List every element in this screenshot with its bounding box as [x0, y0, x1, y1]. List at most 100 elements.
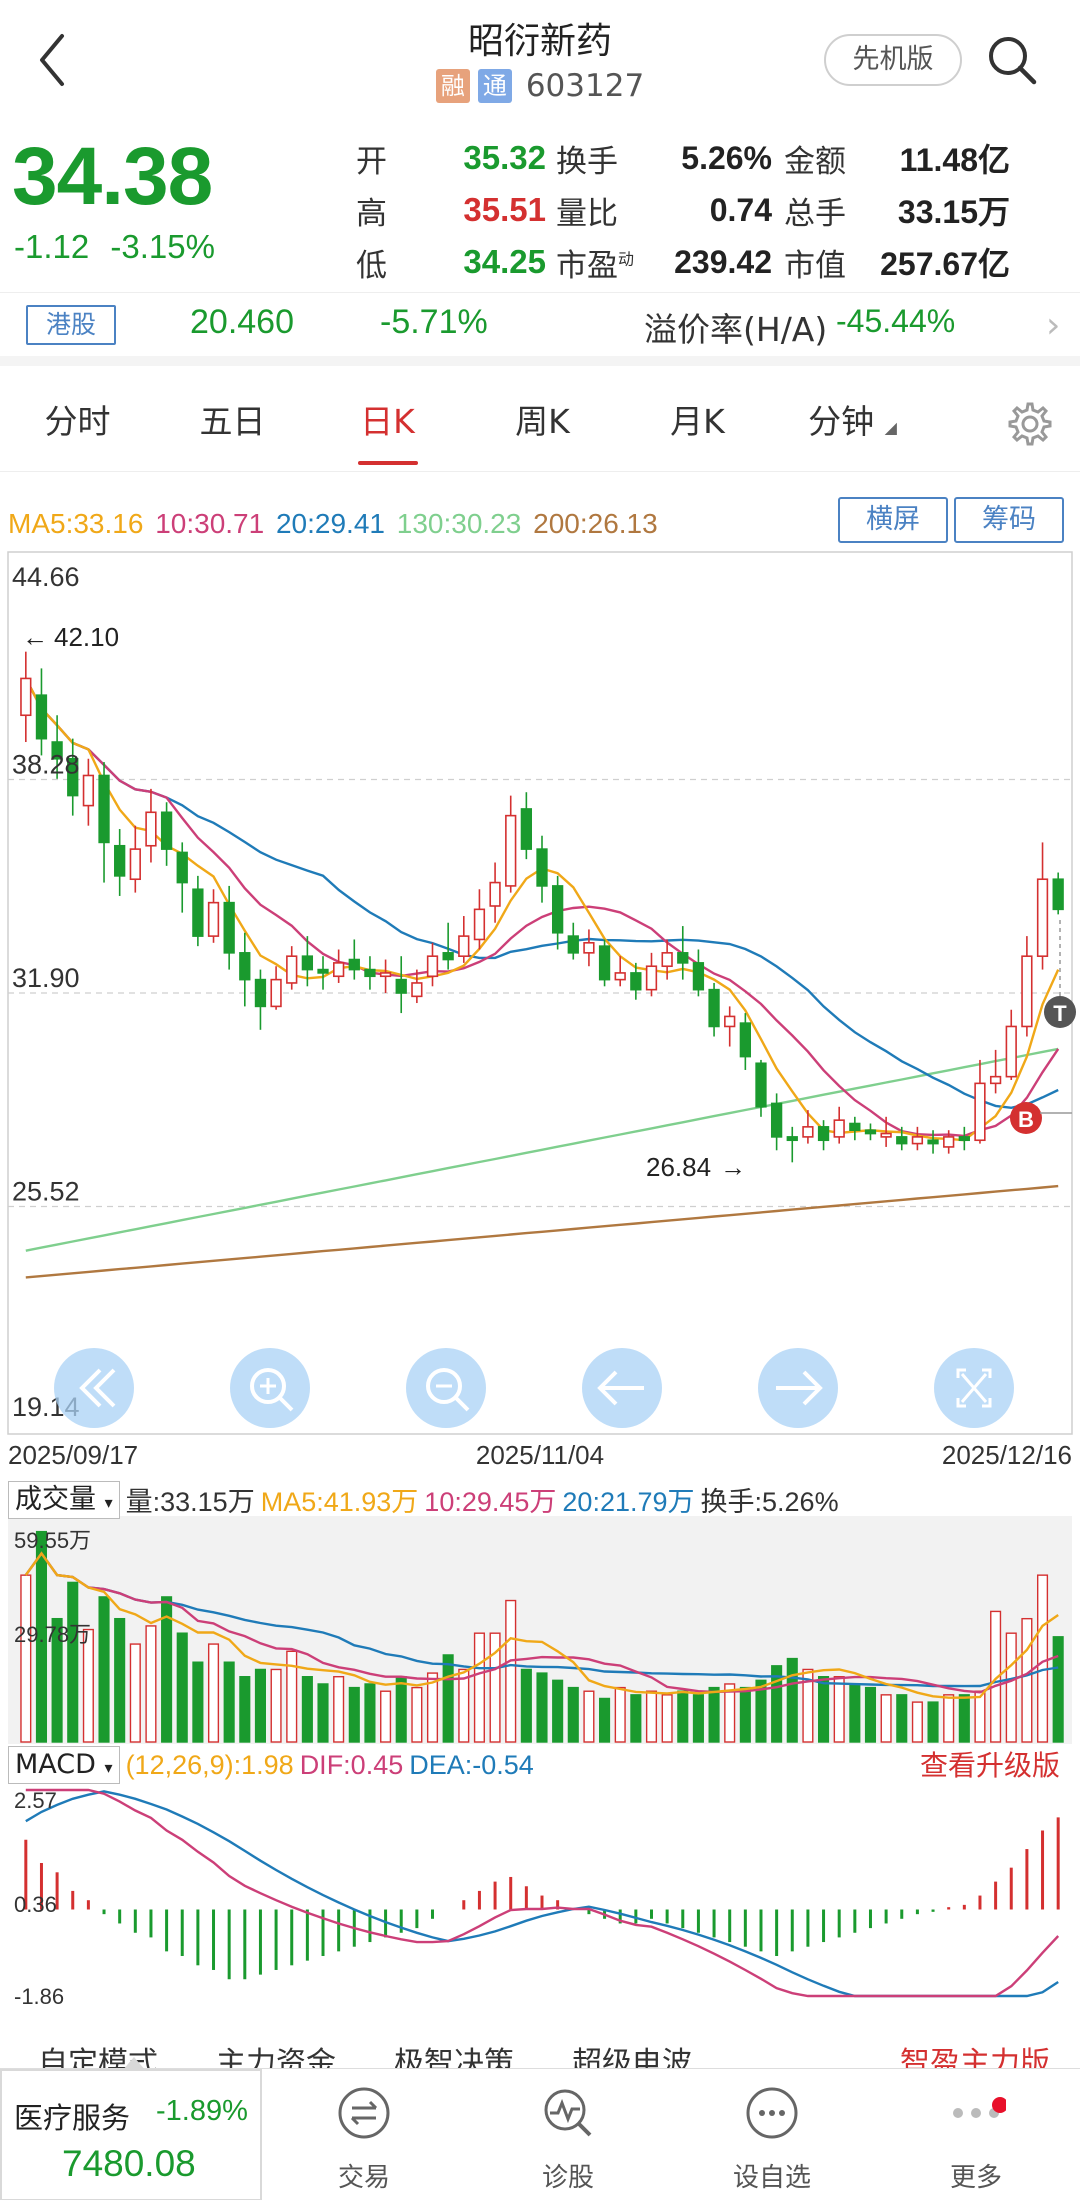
nav-add-watchlist[interactable]: 设自选	[692, 2069, 852, 2200]
dea-line	[25, 1790, 1059, 1998]
candle	[645, 952, 658, 997]
candle	[286, 946, 298, 990]
candle	[724, 1006, 736, 1047]
pan-right-button[interactable]	[758, 1348, 838, 1428]
volume-bar	[583, 1690, 595, 1743]
volume-bar	[380, 1690, 392, 1743]
volume-bar	[880, 1694, 892, 1743]
candle	[551, 875, 564, 950]
candle	[958, 1126, 970, 1151]
zoom-in-button[interactable]	[230, 1348, 310, 1428]
rewind-button[interactable]	[54, 1348, 134, 1428]
dif-line	[25, 1788, 1060, 1998]
volume-bar	[333, 1676, 345, 1743]
volume-bar	[317, 1683, 329, 1743]
price-axis-label: 31.90	[12, 963, 80, 993]
candle	[192, 875, 204, 947]
date-label-mid: 2025/11/04	[476, 1440, 604, 1470]
volume-bar	[958, 1694, 970, 1743]
sector-change: -1.89%	[156, 2095, 248, 2127]
volume-bar	[974, 1690, 986, 1743]
candle	[677, 926, 689, 980]
volume-bar	[645, 1690, 658, 1743]
volume-bar	[207, 1643, 220, 1743]
candle	[817, 1120, 830, 1151]
nav-more[interactable]: 更多	[896, 2069, 1056, 2200]
pointer-triangle-icon	[122, 2057, 146, 2071]
volume-turnover: 换手:5.26%	[700, 1487, 839, 1517]
min-price-label: 26.84	[646, 1152, 711, 1182]
volume-bar	[129, 1643, 141, 1743]
volume-bar	[301, 1676, 313, 1743]
buy-signal-marker: B	[1010, 1102, 1042, 1134]
diagnose-icon	[544, 2089, 592, 2137]
volume-bar	[442, 1654, 454, 1743]
candle	[114, 829, 126, 896]
candle	[583, 929, 595, 967]
volume-bar	[114, 1617, 126, 1743]
volume-bar	[1036, 1574, 1049, 1743]
date-label-end: 2025/12/16	[942, 1440, 1072, 1470]
volume-bar	[677, 1690, 689, 1743]
candle	[379, 959, 392, 993]
volume-bar	[98, 1596, 110, 1743]
ma200-line	[25, 1184, 1059, 1279]
sector-index-card[interactable]: 医疗服务 -1.89% 7480.08	[0, 2057, 262, 2200]
macd-axis-bottom: -1.86	[14, 1984, 64, 2009]
volume-bar	[1005, 1632, 1017, 1743]
svg-text:→: →	[720, 1152, 746, 1182]
more-icon	[953, 2097, 1006, 2118]
volume-bar	[176, 1632, 188, 1743]
fullscreen-button[interactable]	[934, 1348, 1014, 1428]
candle	[333, 949, 345, 983]
candle	[864, 1123, 877, 1141]
volume-bar	[67, 1581, 79, 1743]
candle	[98, 762, 110, 883]
volume-bar	[270, 1668, 282, 1743]
volume-bar	[145, 1625, 157, 1743]
pan-left-button[interactable]	[582, 1348, 662, 1428]
candle	[1036, 842, 1049, 970]
nav-trade[interactable]: 交易	[284, 2069, 444, 2200]
candle	[442, 922, 454, 970]
kline-chart[interactable]: 44.6638.2831.9025.5219.14 ← 42.10 26.84 …	[0, 0, 1080, 2030]
volume-bar	[818, 1676, 830, 1743]
volume-bar	[395, 1676, 407, 1743]
candle	[786, 1126, 798, 1163]
candle	[160, 802, 173, 866]
candle	[598, 939, 611, 987]
view-upgrade-link[interactable]: 查看升级版	[920, 1744, 1060, 1784]
volume-bar	[943, 1694, 955, 1743]
candle	[567, 922, 579, 960]
max-price-label: 42.10	[54, 622, 119, 652]
candle	[395, 956, 407, 1014]
zoom-out-button[interactable]	[406, 1348, 486, 1428]
volume-total: 量:33.15万	[125, 1487, 255, 1517]
volume-bar	[864, 1686, 877, 1743]
candle	[849, 1116, 861, 1141]
candle	[35, 668, 48, 756]
volume-bar	[708, 1686, 720, 1743]
ma10-line	[24, 677, 1060, 1138]
candle	[505, 795, 517, 893]
volume-bar	[630, 1694, 642, 1743]
volume-indicator-select[interactable]: 成交量 ▾	[8, 1480, 120, 1519]
volume-bar	[254, 1668, 266, 1743]
volume-axis-mid: 29.78万	[14, 1622, 91, 1647]
nav-diagnose-label: 诊股	[541, 2163, 594, 2193]
sector-name: 医疗服务	[14, 2101, 131, 2135]
volume-bar	[520, 1668, 532, 1743]
candle	[207, 889, 220, 943]
t-signal-label: T	[1053, 1001, 1067, 1026]
nav-diagnose[interactable]: 诊股	[488, 2069, 648, 2200]
volume-bar	[692, 1694, 704, 1743]
candle	[911, 1126, 924, 1151]
date-label-start: 2025/09/17	[8, 1440, 138, 1470]
candle	[692, 949, 705, 997]
macd-indicator-select[interactable]: MACD ▾	[8, 1746, 120, 1784]
sector-value: 7480.08	[62, 2143, 196, 2184]
volume-bar	[1021, 1617, 1033, 1743]
candle	[317, 956, 329, 990]
nav-add-watchlist-label: 设自选	[732, 2163, 811, 2193]
price-axis-label: 44.66	[12, 562, 80, 592]
